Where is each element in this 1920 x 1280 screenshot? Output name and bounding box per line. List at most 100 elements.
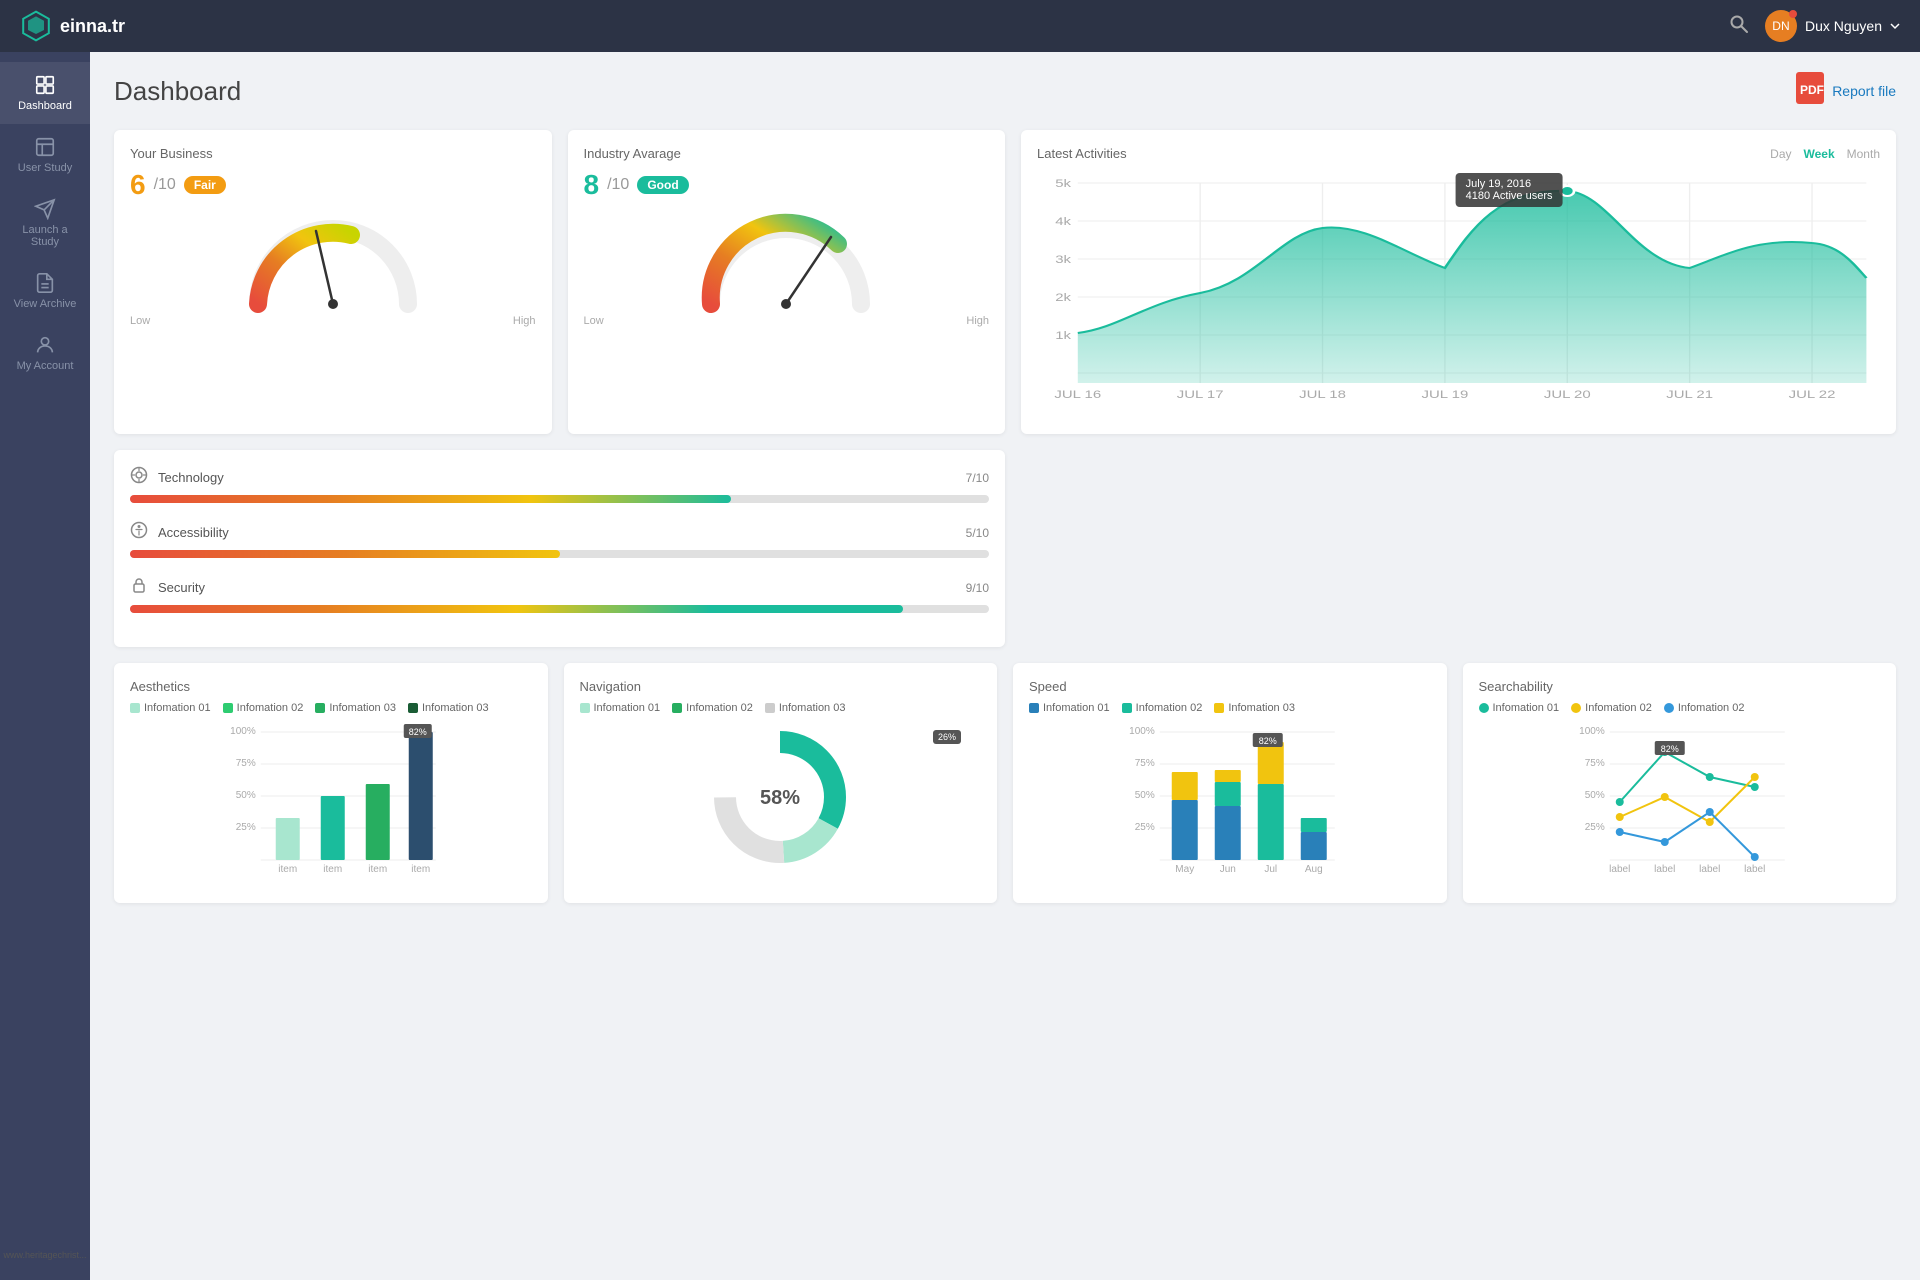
sidebar: Dashboard User Study Launch a Study View… (0, 52, 90, 1280)
searchability-chart-svg: 100% 75% 50% 25% (1479, 722, 1881, 882)
searchability-card: Searchability Infomation 01 Infomation 0… (1463, 663, 1897, 903)
accessibility-icon (130, 521, 148, 544)
searchability-title: Searchability (1479, 679, 1881, 694)
legend-item: Infomation 02 (223, 702, 304, 714)
navigation-legend: Infomation 01 Infomation 02 Infomation 0… (580, 702, 982, 714)
metrics-card: Technology 7/10 Accessibility 5/10 (114, 450, 1005, 647)
legend-item: Infomation 03 (315, 702, 396, 714)
aesthetics-card: Aesthetics Infomation 01 Infomation 02 I… (114, 663, 548, 903)
user-name: Dux Nguyen (1805, 18, 1882, 34)
svg-text:2k: 2k (1055, 291, 1071, 304)
legend-item: Infomation 03 (408, 702, 489, 714)
time-tabs: Day Week Month (1770, 147, 1880, 161)
sidebar-item-launch-study[interactable]: Launch a Study (0, 186, 90, 260)
speed-chart-svg: 100% 75% 50% 25% (1029, 722, 1431, 882)
donut-chart-svg: 58% (705, 722, 855, 872)
svg-text:JUL 16: JUL 16 (1054, 388, 1101, 401)
industry-average-denom: /10 (607, 176, 629, 194)
svg-text:100%: 100% (230, 726, 256, 737)
sidebar-item-my-account[interactable]: My Account (0, 322, 90, 384)
sidebar-item-user-study[interactable]: User Study (0, 124, 90, 186)
technology-progress-bg (130, 495, 989, 503)
svg-text:item: item (411, 864, 430, 875)
page-header: Dashboard PDF Report file (114, 72, 1896, 110)
svg-text:Aug: Aug (1305, 864, 1323, 875)
notification-dot (1789, 10, 1797, 18)
topbar: einna.tr DN Dux Nguyen (0, 0, 1920, 52)
svg-text:75%: 75% (1584, 758, 1604, 769)
legend-item: Infomation 03 (1214, 702, 1295, 714)
topbar-right: DN Dux Nguyen (1729, 10, 1900, 42)
report-file-button[interactable]: PDF Report file (1796, 72, 1896, 110)
svg-text:JUL 20: JUL 20 (1544, 388, 1591, 401)
svg-text:Jul: Jul (1264, 864, 1277, 875)
layout: Dashboard User Study Launch a Study View… (0, 52, 1920, 1280)
aesthetics-legend: Infomation 01 Infomation 02 Infomation 0… (130, 702, 532, 714)
logo-text: einna.tr (60, 16, 125, 37)
legend-item: Infomation 01 (580, 702, 661, 714)
your-business-score: 6 /10 Fair (130, 169, 536, 201)
technology-score: 7/10 (966, 471, 989, 485)
metric-security: Security 9/10 (130, 576, 989, 613)
svg-text:100%: 100% (1129, 726, 1155, 737)
searchability-legend: Infomation 01 Infomation 02 Infomation 0… (1479, 702, 1881, 714)
tab-month[interactable]: Month (1847, 147, 1880, 161)
avatar: DN (1765, 10, 1797, 42)
accessibility-progress-bg (130, 550, 989, 558)
svg-text:JUL 22: JUL 22 (1789, 388, 1836, 401)
legend-item: Infomation 02 (1122, 702, 1203, 714)
logo-area: einna.tr (20, 10, 125, 42)
svg-text:May: May (1175, 864, 1194, 875)
speed-title: Speed (1029, 679, 1431, 694)
search-icon[interactable] (1729, 14, 1749, 39)
svg-text:PDF: PDF (1800, 83, 1824, 97)
accessibility-label: Accessibility (158, 525, 956, 540)
svg-text:25%: 25% (1135, 822, 1155, 833)
your-business-denom: /10 (154, 176, 176, 194)
technology-icon (130, 466, 148, 489)
logo-icon (20, 10, 52, 42)
your-business-gauge (238, 209, 428, 319)
svg-text:75%: 75% (1135, 758, 1155, 769)
speed-legend: Infomation 01 Infomation 02 Infomation 0… (1029, 702, 1431, 714)
legend-item: Infomation 02 (1664, 702, 1745, 714)
user-info[interactable]: DN Dux Nguyen (1765, 10, 1900, 42)
your-business-badge: Fair (184, 176, 226, 194)
sidebar-item-view-archive[interactable]: View Archive (0, 260, 90, 322)
accessibility-progress-fill (130, 550, 560, 558)
svg-text:item: item (323, 864, 342, 875)
svg-text:JUL 17: JUL 17 (1177, 388, 1224, 401)
main-content: Dashboard PDF Report file Your Business … (90, 52, 1920, 1280)
sidebar-item-label: Dashboard (18, 100, 72, 112)
area-chart: 5k 4k 3k 2k 1k JUL 16 JUL 17 JUL 18 JUL … (1037, 173, 1880, 418)
svg-text:label: label (1654, 864, 1675, 875)
legend-item: Infomation 01 (130, 702, 211, 714)
metric-accessibility: Accessibility 5/10 (130, 521, 989, 558)
aesthetics-chart-svg: 100% 75% 50% 25% (130, 722, 532, 882)
area-chart-svg: 5k 4k 3k 2k 1k JUL 16 JUL 17 JUL 18 JUL … (1037, 173, 1880, 413)
svg-text:label: label (1744, 864, 1765, 875)
industry-average-title: Industry Avarage (584, 146, 990, 161)
legend-item: Infomation 02 (672, 702, 753, 714)
security-progress-fill (130, 605, 903, 613)
tab-week[interactable]: Week (1804, 147, 1835, 161)
security-label: Security (158, 580, 956, 595)
technology-label: Technology (158, 470, 956, 485)
sidebar-item-label: View Archive (14, 298, 77, 310)
svg-text:label: label (1699, 864, 1720, 875)
sidebar-item-dashboard[interactable]: Dashboard (0, 62, 90, 124)
pdf-icon: PDF (1796, 72, 1824, 110)
donut-top-label: 26% (933, 730, 961, 744)
svg-text:58%: 58% (760, 787, 800, 809)
security-score: 9/10 (966, 581, 989, 595)
svg-text:JUL 19: JUL 19 (1422, 388, 1469, 401)
tab-day[interactable]: Day (1770, 147, 1791, 161)
svg-text:5k: 5k (1055, 177, 1071, 190)
your-business-number: 6 (130, 169, 146, 201)
industry-average-badge: Good (637, 176, 688, 194)
svg-text:4k: 4k (1055, 215, 1071, 228)
technology-progress-fill (130, 495, 731, 503)
svg-text:JUL 21: JUL 21 (1666, 388, 1713, 401)
industry-average-score: 8 /10 Good (584, 169, 990, 201)
page-title: Dashboard (114, 76, 241, 107)
